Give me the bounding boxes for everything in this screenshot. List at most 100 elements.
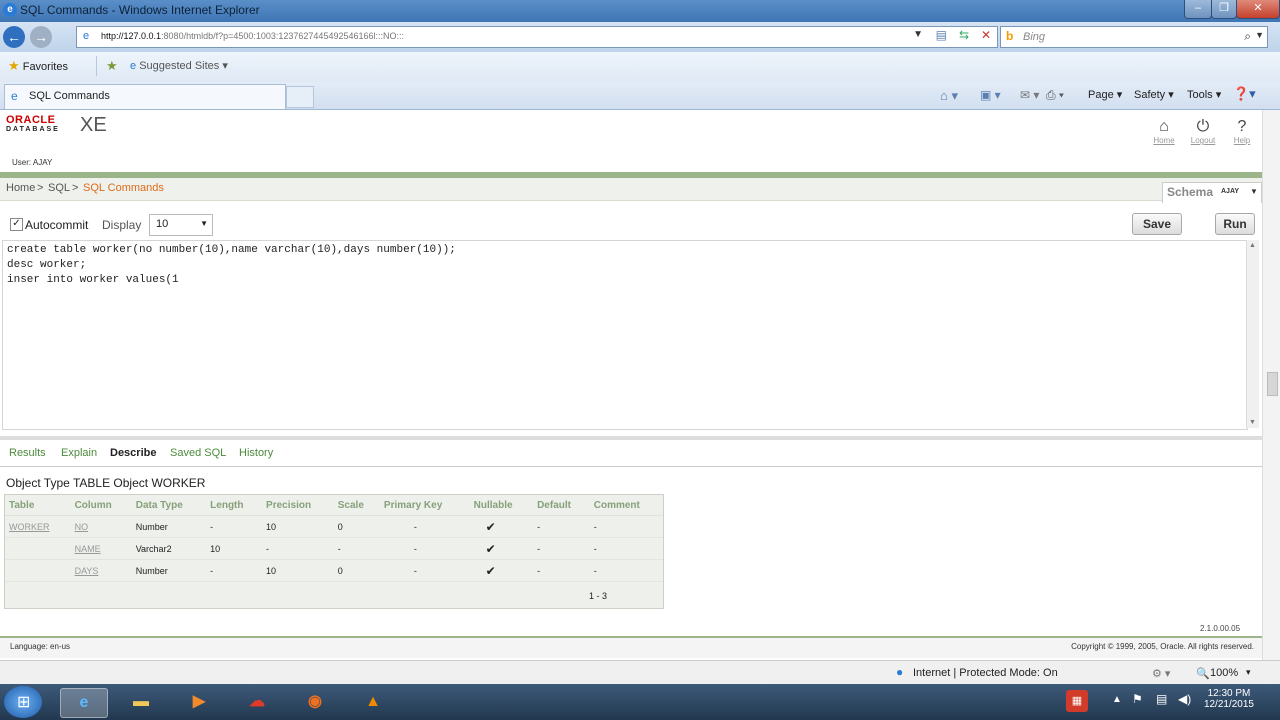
minimize-button[interactable]: – xyxy=(1184,0,1212,19)
tab-history[interactable]: History xyxy=(239,447,273,459)
table-name-link[interactable]: WORKER xyxy=(5,515,71,538)
help-nav-icon: ? xyxy=(1237,118,1247,135)
taskbar-media-player-icon[interactable]: ▶ xyxy=(176,688,222,716)
action-center-icon[interactable]: ⚑ xyxy=(1132,692,1143,706)
cell-scale: 0 xyxy=(333,515,380,538)
suggested-sites-link[interactable]: e Suggested Sites ▾ xyxy=(130,59,228,72)
zoom-dropdown-icon[interactable]: ▾ xyxy=(1246,667,1251,678)
tab-results[interactable]: Results xyxy=(9,447,46,459)
maximize-button[interactable]: ❐ xyxy=(1211,0,1237,19)
compatibility-icon[interactable]: ▤ xyxy=(936,28,947,42)
forward-button[interactable]: → xyxy=(30,26,52,48)
tab-describe[interactable]: Describe xyxy=(110,447,156,459)
home-nav-link[interactable]: ⌂ Home xyxy=(1150,118,1178,145)
search-icon[interactable]: ⌕ xyxy=(1244,29,1251,44)
tab-explain[interactable]: Explain xyxy=(61,447,97,459)
clock[interactable]: 12:30 PM 12/21/2015 xyxy=(1204,688,1254,710)
stop-icon[interactable]: ✕ xyxy=(981,28,991,42)
home-nav-label: Home xyxy=(1153,136,1175,145)
tab-page-icon: e xyxy=(11,89,18,103)
cell-default: - xyxy=(533,537,590,560)
mail-icon[interactable]: ✉ ▾ xyxy=(1020,88,1039,102)
back-button[interactable]: ← xyxy=(3,26,25,48)
security-icon[interactable]: ⚙ ▾ xyxy=(1152,667,1170,680)
command-toolbar: ✓ Autocommit Display 10 ▼ Save Run xyxy=(0,210,1262,240)
result-tabs: Results Explain Describe Saved SQL Histo… xyxy=(0,442,1262,467)
safety-menu[interactable]: Safety ▾ xyxy=(1134,88,1174,101)
close-button[interactable]: ✕ xyxy=(1236,0,1280,19)
sql-editor[interactable]: create table worker(no number(10),name v… xyxy=(2,240,1248,430)
taskbar-ie-icon[interactable]: e xyxy=(60,688,108,718)
address-bar[interactable]: e http://127.0.0.1:8080/htmldb/f?p=4500:… xyxy=(76,26,998,48)
oracle-logo: ORACLE DATABASE xyxy=(6,114,60,133)
start-button[interactable]: ⊞ xyxy=(4,686,42,718)
zone-label[interactable]: Internet | Protected Mode: On xyxy=(913,667,1058,679)
table-row: DAYS Number - 10 0 - ✔ - - xyxy=(5,559,663,582)
page-scrollbar[interactable] xyxy=(1262,110,1280,660)
breadcrumb-sql[interactable]: SQL xyxy=(48,182,70,194)
search-dropdown-icon[interactable]: ▼ xyxy=(1255,30,1264,40)
network-icon[interactable]: ▤ xyxy=(1156,692,1167,706)
tab-sql-commands[interactable]: e SQL Commands xyxy=(4,84,286,109)
cell-primary-key: - xyxy=(379,537,470,560)
page-menu[interactable]: Page ▾ xyxy=(1088,88,1122,101)
breadcrumb-separator: > xyxy=(72,182,79,194)
new-tab-button[interactable] xyxy=(286,86,314,108)
add-favorite-icon[interactable]: ★ xyxy=(106,58,118,74)
zoom-level[interactable]: 100% xyxy=(1210,667,1238,679)
taskbar-explorer-icon[interactable]: ▬ xyxy=(118,688,164,716)
tools-menu[interactable]: Tools ▾ xyxy=(1187,88,1221,101)
pane-splitter[interactable] xyxy=(0,436,1262,440)
scroll-up-icon[interactable]: ▲ xyxy=(1249,242,1256,249)
print-icon[interactable]: ⎙ ▾ xyxy=(1046,88,1064,103)
column-name-link[interactable]: NO xyxy=(70,515,132,538)
search-box[interactable]: b Bing ⌕ ▼ xyxy=(1000,26,1268,48)
tray-app-icon[interactable]: ▦ xyxy=(1066,690,1088,712)
volume-icon[interactable]: ◀) xyxy=(1178,692,1191,706)
column-name-link[interactable]: DAYS xyxy=(70,559,132,582)
taskbar-firefox-icon[interactable]: ◉ xyxy=(292,688,338,716)
breadcrumb-home[interactable]: Home xyxy=(6,182,35,194)
table-row: NAME Varchar2 10 - - - ✔ - - xyxy=(5,537,663,560)
tray-expand-icon[interactable]: ▲ xyxy=(1112,694,1122,705)
schema-value: AJAY xyxy=(1221,188,1240,195)
breadcrumb-current: SQL Commands xyxy=(83,182,164,194)
tab-saved-sql[interactable]: Saved SQL xyxy=(170,447,226,459)
autocommit-label: Autocommit xyxy=(25,218,89,232)
autocommit-checkbox[interactable]: ✓ xyxy=(10,218,23,231)
table-header-row: Table Column Data Type Length Precision … xyxy=(5,495,663,516)
column-header: Data Type xyxy=(131,495,207,516)
scroll-down-icon[interactable]: ▼ xyxy=(1249,419,1256,426)
save-button[interactable]: Save xyxy=(1132,213,1182,235)
help-nav-link[interactable]: ? Help xyxy=(1228,118,1256,145)
schema-selector[interactable]: Schema AJAY ▼ xyxy=(1162,182,1262,203)
logout-nav-link[interactable]: ⏻ Logout xyxy=(1188,118,1218,145)
address-dropdown-icon[interactable]: ▼ xyxy=(913,29,923,40)
cell-data-type: Number xyxy=(131,515,207,538)
help-icon[interactable]: ❓▾ xyxy=(1233,86,1256,102)
oracle-logo-subtext: DATABASE xyxy=(6,126,60,133)
taskbar-vlc-icon[interactable]: ▲ xyxy=(350,688,396,716)
refresh-icon[interactable]: ⇆ xyxy=(959,28,969,42)
window-title-bar: e SQL Commands - Windows Internet Explor… xyxy=(0,0,1280,22)
favorites-bar: ★ Favorites ★ e Suggested Sites ▾ xyxy=(0,52,1280,83)
favorites-star-icon: ★ xyxy=(8,58,20,73)
run-button[interactable]: Run xyxy=(1215,213,1255,235)
editor-scrollbar[interactable]: ▲ ▼ xyxy=(1246,240,1259,428)
cell-primary-key: - xyxy=(379,515,470,538)
taskbar-cloud-icon[interactable]: ☁ xyxy=(234,688,280,716)
oracle-header: ORACLE DATABASE XE User: AJAY ⌂ Home ⏻ L… xyxy=(0,110,1280,172)
breadcrumb: Home > SQL > SQL Commands Schema AJAY ▼ xyxy=(0,178,1262,203)
object-value: WORKER xyxy=(151,476,206,490)
column-name-link[interactable]: NAME xyxy=(70,537,132,560)
version-label: 2.1.0.00.05 xyxy=(1200,624,1241,633)
table-name-link xyxy=(5,537,71,560)
favorites-button[interactable]: ★ Favorites xyxy=(8,58,68,74)
home-icon[interactable]: ⌂ ▾ xyxy=(940,88,958,104)
display-select[interactable]: 10 ▼ xyxy=(149,214,213,236)
scrollbar-thumb[interactable] xyxy=(1267,372,1278,396)
object-label: Object xyxy=(113,476,149,490)
feeds-icon[interactable]: ▣ ▾ xyxy=(980,88,1001,102)
describe-table: Table Column Data Type Length Precision … xyxy=(4,494,664,609)
cell-scale: 0 xyxy=(333,559,380,582)
